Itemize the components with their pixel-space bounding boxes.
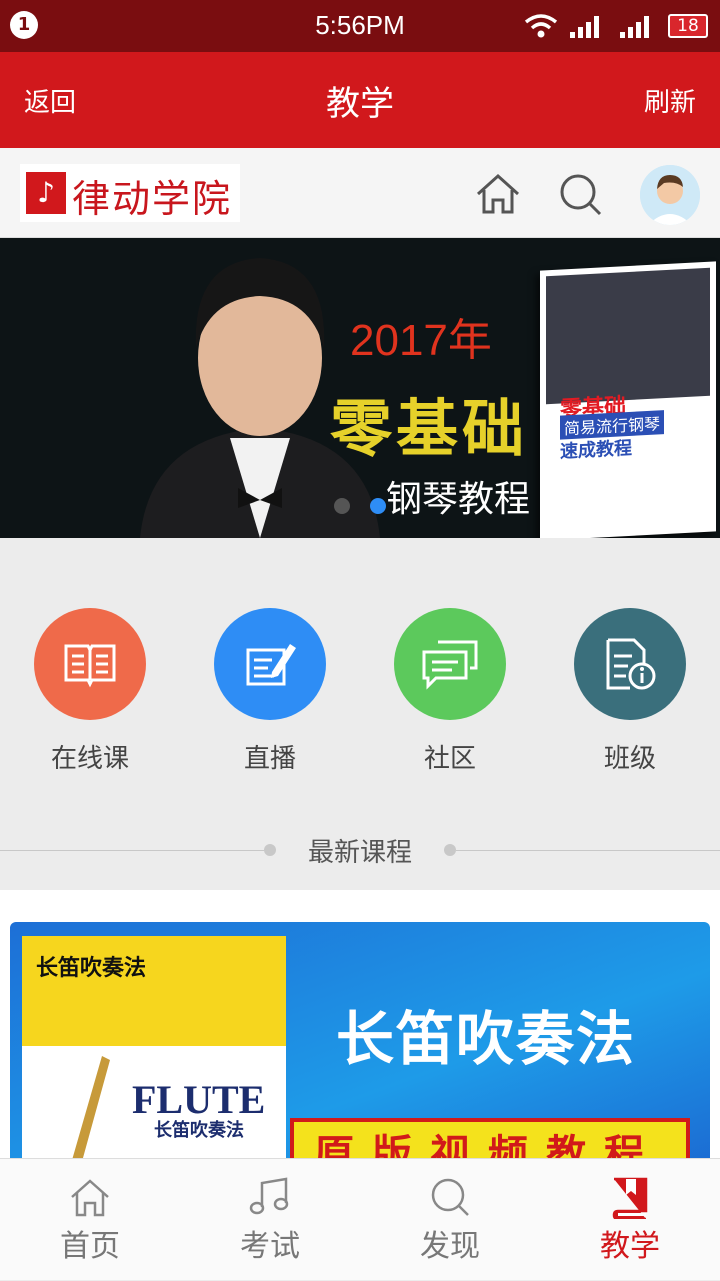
carousel-dot-2[interactable] xyxy=(370,498,386,514)
logo-mark-icon: ♪ xyxy=(26,172,66,214)
banner-subline: 钢琴教程 xyxy=(386,479,531,520)
menu-label: 班级 xyxy=(603,744,656,774)
carousel-dot-1[interactable] xyxy=(334,498,350,514)
flute-icon xyxy=(68,1056,110,1172)
avatar-icon xyxy=(640,165,700,225)
wifi-icon xyxy=(524,14,558,38)
chat-icon xyxy=(394,608,506,720)
book-photo xyxy=(546,267,710,405)
divider-dot xyxy=(444,844,456,856)
quick-menu: 在线课 直播 社区 班级 xyxy=(0,538,720,808)
battery-indicator: 18 xyxy=(668,14,708,38)
promo-banner[interactable]: 2017年 零基础 钢琴教程 零基础 简易流行钢琴 速成教程 xyxy=(0,238,720,538)
menu-class[interactable]: 班级 xyxy=(540,608,720,788)
banner-book-cover: 零基础 简易流行钢琴 速成教程 xyxy=(540,261,716,538)
cover-subtitle: 长笛吹奏法 xyxy=(154,1120,244,1141)
class-info-icon xyxy=(574,608,686,720)
cover-title: 长笛吹奏法 xyxy=(36,956,147,981)
course-headline: 长笛吹奏法 xyxy=(336,1005,637,1073)
menu-live[interactable]: 直播 xyxy=(180,608,360,788)
tab-label: 考试 xyxy=(240,1229,300,1264)
edit-icon xyxy=(214,608,326,720)
search-icon[interactable] xyxy=(556,170,604,218)
menu-label: 在线课 xyxy=(50,744,129,774)
home-icon xyxy=(71,1179,109,1217)
status-bar: 1 5:56PM 18 xyxy=(0,0,720,52)
divider-line xyxy=(456,850,720,851)
tab-home[interactable]: 首页 xyxy=(0,1159,180,1281)
course-card[interactable]: 长笛吹奏法 FLUTE 长笛吹奏法 长笛吹奏法 原版视频教程 xyxy=(10,922,710,1172)
book-icon xyxy=(34,608,146,720)
banner-year: 2017年 xyxy=(350,316,492,365)
course-list: 长笛吹奏法 FLUTE 长笛吹奏法 长笛吹奏法 原版视频教程 xyxy=(0,890,720,1172)
menu-label: 社区 xyxy=(423,744,476,774)
bookmark-book-icon xyxy=(612,1177,648,1219)
menu-community[interactable]: 社区 xyxy=(360,608,540,788)
home-icon[interactable] xyxy=(474,170,522,218)
signal-icon-2 xyxy=(620,16,649,38)
book-subtitle-2: 速成教程 xyxy=(560,437,632,463)
page-title: 教学 xyxy=(326,84,394,124)
tab-label: 教学 xyxy=(600,1229,660,1264)
section-header: 最新课程 xyxy=(0,820,720,880)
logo-text: 律动学院 xyxy=(72,177,233,221)
status-time: 5:56PM xyxy=(315,10,405,40)
tab-label: 首页 xyxy=(60,1229,120,1264)
title-bar: 返回 教学 刷新 xyxy=(0,52,720,148)
site-header: ♪ 律动学院 xyxy=(0,148,720,238)
tab-label: 发现 xyxy=(420,1229,480,1264)
tab-exam[interactable]: 考试 xyxy=(180,1159,360,1281)
signal-icon xyxy=(570,16,599,38)
search-icon xyxy=(431,1178,469,1216)
site-logo[interactable]: ♪ 律动学院 xyxy=(20,164,240,222)
tab-discover[interactable]: 发现 xyxy=(360,1159,540,1281)
course-cover: 长笛吹奏法 FLUTE 长笛吹奏法 xyxy=(22,936,286,1172)
menu-online-course[interactable]: 在线课 xyxy=(0,608,180,788)
menu-label: 直播 xyxy=(243,744,296,774)
user-avatar[interactable] xyxy=(640,165,700,225)
music-note-icon xyxy=(249,1177,289,1215)
bottom-tab-bar: 首页 考试 发现 教学 xyxy=(0,1158,720,1280)
banner-headline: 零基础 xyxy=(330,392,529,465)
refresh-button[interactable]: 刷新 xyxy=(644,82,696,119)
tab-teaching[interactable]: 教学 xyxy=(540,1159,720,1281)
